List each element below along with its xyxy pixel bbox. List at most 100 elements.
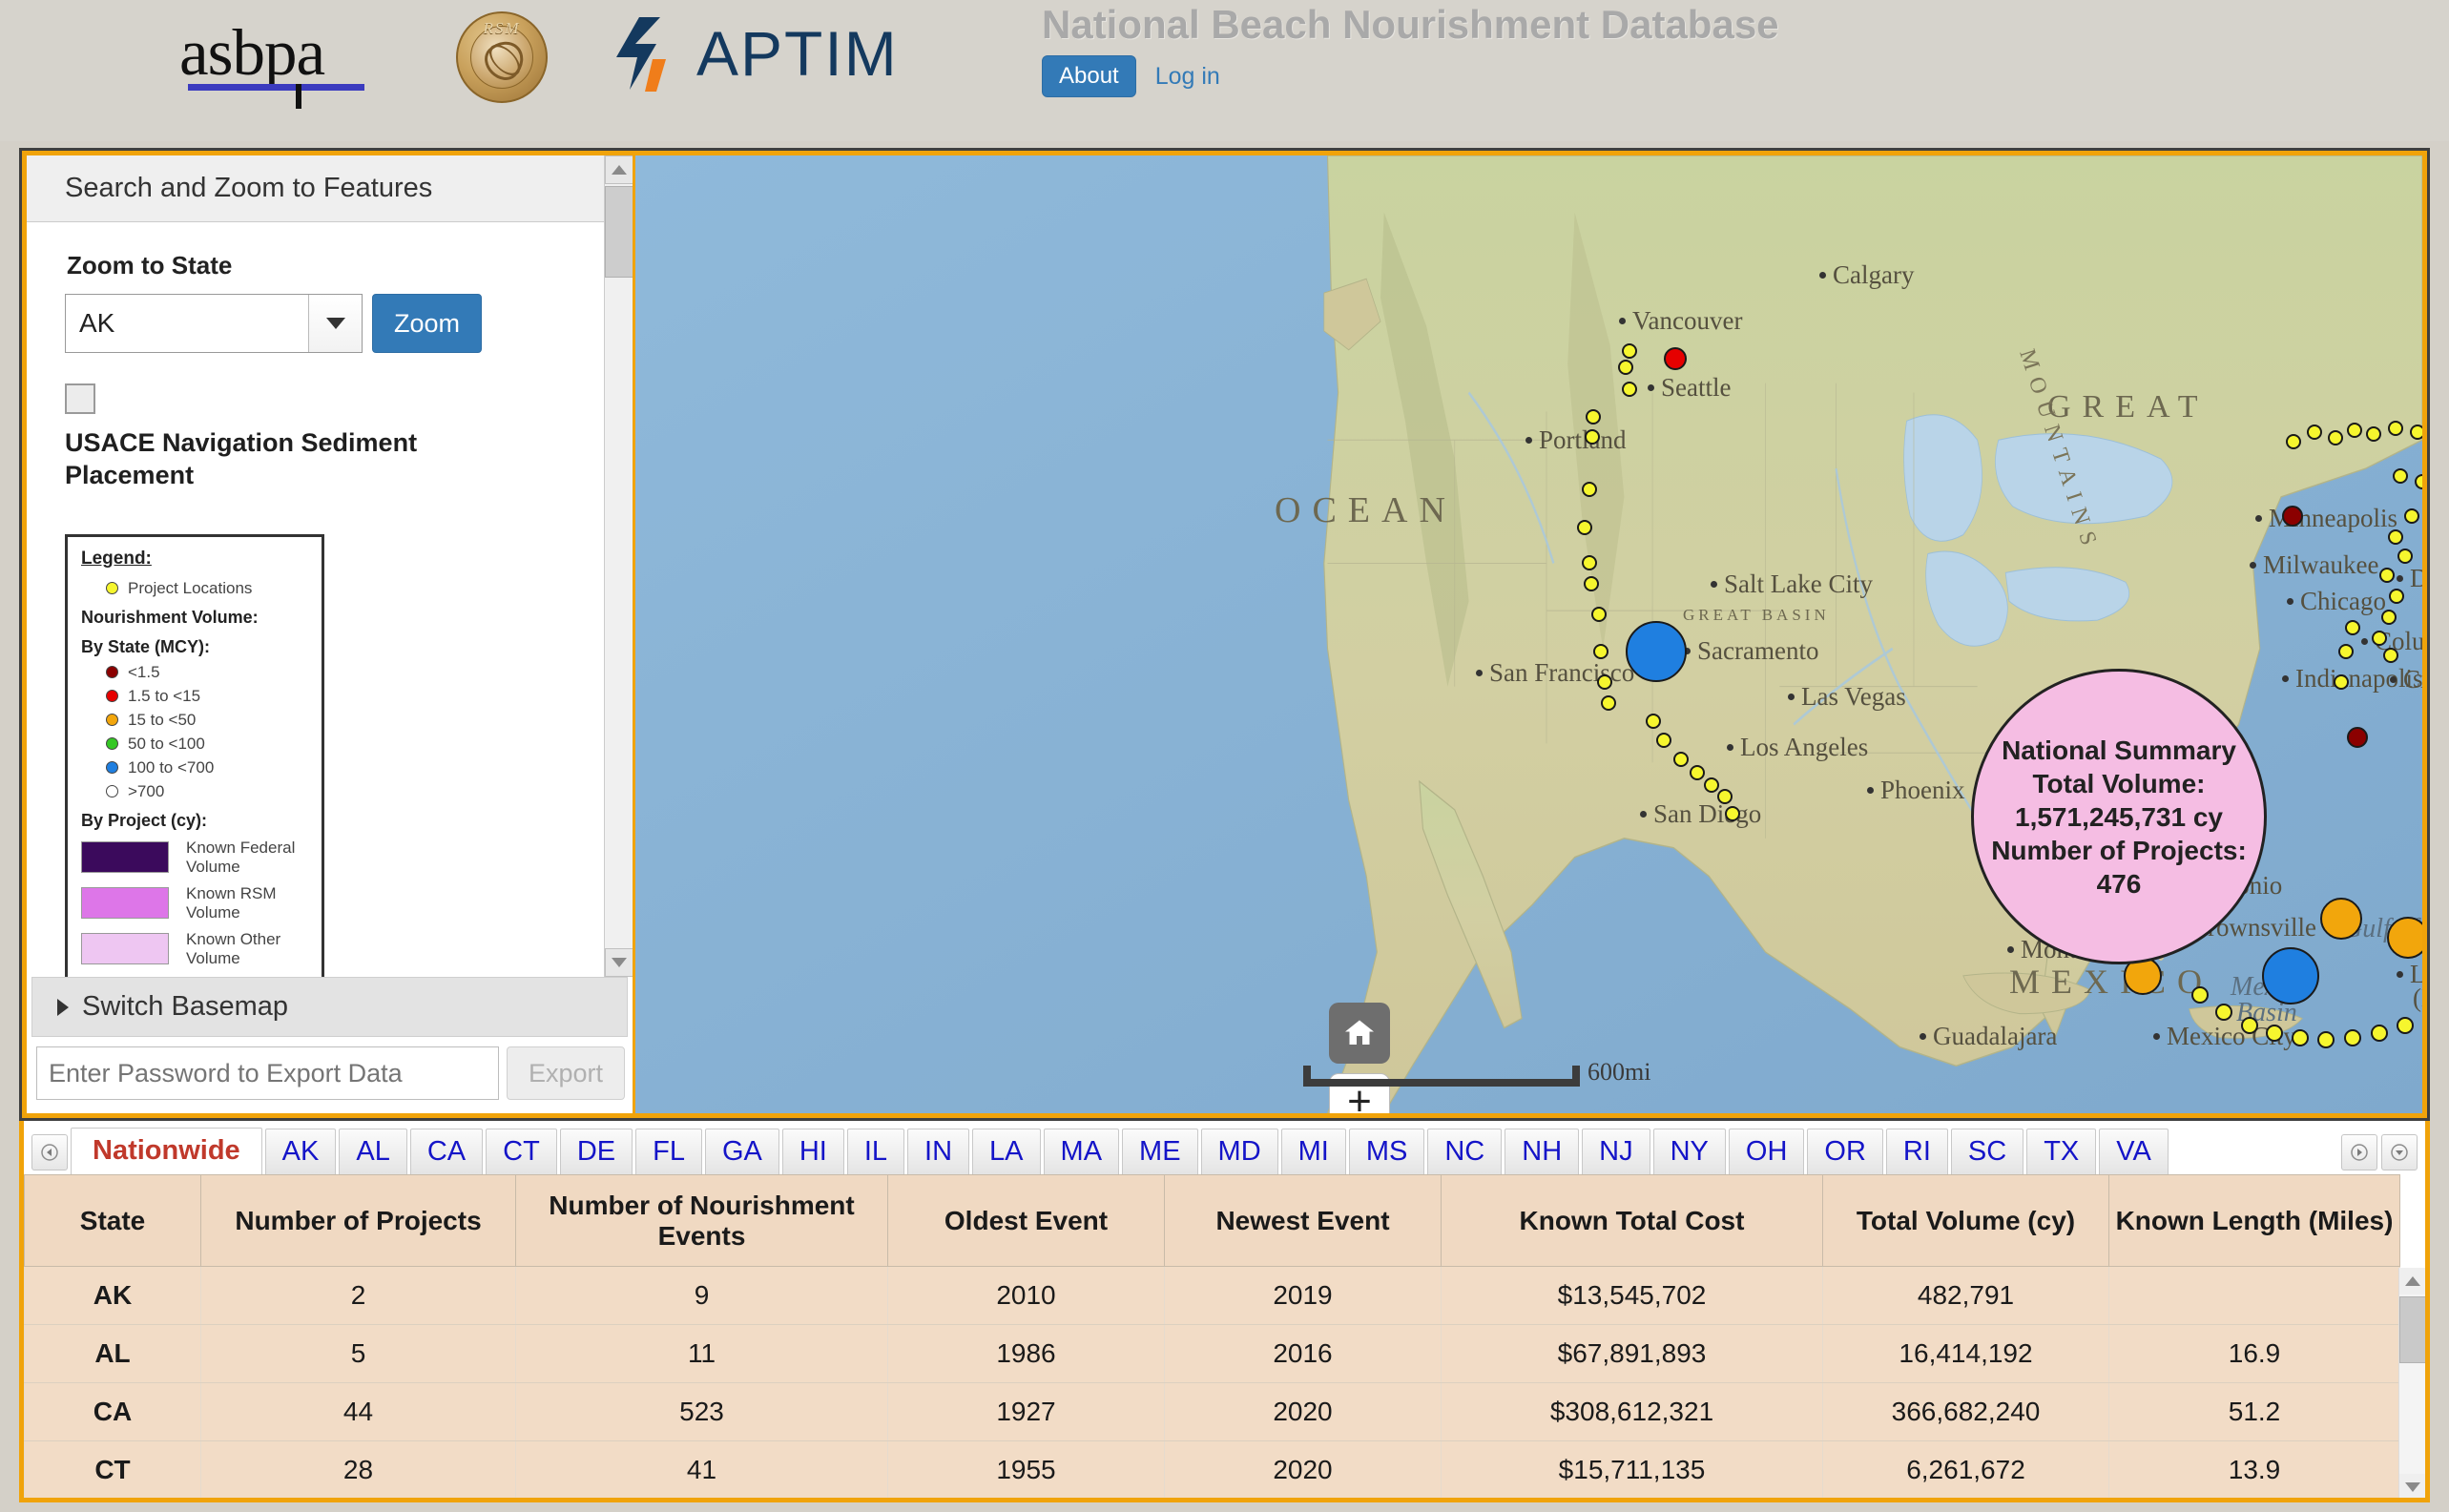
map-project-point[interactable] [2338, 644, 2354, 659]
table-scrollbar[interactable] [2398, 1268, 2425, 1498]
tab-or[interactable]: OR [1807, 1128, 1883, 1174]
table-scrollbar-thumb[interactable] [2399, 1296, 2425, 1363]
table-column-header[interactable]: Oldest Event [887, 1174, 1165, 1267]
map-project-point[interactable] [2241, 1017, 2258, 1034]
map-project-point[interactable] [1591, 607, 1607, 622]
map-project-point[interactable] [1622, 343, 1637, 359]
tab-mi[interactable]: MI [1280, 1128, 1346, 1174]
usace-checkbox[interactable] [65, 383, 95, 414]
map-project-point[interactable] [2328, 430, 2343, 445]
map-project-point[interactable] [1622, 382, 1637, 397]
tab-hi[interactable]: HI [781, 1128, 844, 1174]
tab-de[interactable]: DE [559, 1128, 633, 1174]
map-project-point[interactable] [2344, 1029, 2361, 1046]
scrollbar-thumb[interactable] [605, 186, 633, 278]
tab-md[interactable]: MD [1200, 1128, 1278, 1174]
map-project-point[interactable] [1626, 621, 1687, 682]
tab-nationwide[interactable]: Nationwide [71, 1127, 262, 1174]
about-button[interactable]: About [1042, 55, 1136, 97]
tab-nh[interactable]: NH [1505, 1128, 1580, 1174]
map-project-point[interactable] [2191, 986, 2209, 1004]
tab-ri[interactable]: RI [1885, 1128, 1948, 1174]
map-project-point[interactable] [1601, 695, 1616, 711]
table-column-header[interactable]: Known Total Cost [1441, 1174, 1823, 1267]
export-password-input[interactable] [36, 1046, 499, 1100]
tab-ca[interactable]: CA [409, 1128, 484, 1174]
table-scroll-up-icon[interactable] [2399, 1268, 2425, 1295]
map-project-point[interactable] [1725, 806, 1740, 821]
map-project-point[interactable] [2404, 508, 2419, 524]
scroll-down-icon[interactable] [605, 948, 633, 977]
tab-dropdown-icon[interactable] [2381, 1134, 2418, 1170]
tab-in[interactable]: IN [907, 1128, 970, 1174]
map-project-point[interactable] [2262, 947, 2319, 1005]
map-project-point[interactable] [2371, 1025, 2388, 1042]
tab-oh[interactable]: OH [1728, 1128, 1805, 1174]
map-project-point[interactable] [1618, 360, 1633, 375]
map-project-point[interactable] [2334, 674, 2349, 690]
map-project-point[interactable] [2215, 1004, 2232, 1021]
map-project-point[interactable] [1582, 555, 1597, 570]
map-project-point[interactable] [1577, 520, 1592, 535]
map-project-point[interactable] [1646, 714, 1661, 729]
map-project-point[interactable] [2347, 423, 2362, 438]
map-project-point[interactable] [1593, 644, 1608, 659]
map-project-point[interactable] [1717, 789, 1733, 804]
tab-il[interactable]: IL [846, 1128, 905, 1174]
tab-va[interactable]: VA [2099, 1128, 2169, 1174]
map-project-point[interactable] [2388, 421, 2403, 436]
table-column-header[interactable]: Total Volume (cy) [1822, 1174, 2109, 1267]
tab-scroll-right-icon[interactable] [2341, 1134, 2377, 1170]
login-link[interactable]: Log in [1155, 63, 1220, 91]
tab-me[interactable]: ME [1122, 1128, 1198, 1174]
map-project-point[interactable] [2387, 917, 2422, 959]
tab-ga[interactable]: GA [704, 1128, 779, 1174]
map-view[interactable]: OCEAN NORTH MEXICO GREAT GREAT BASIN APP… [633, 151, 2427, 1118]
map-project-point[interactable] [2282, 506, 2303, 527]
map-project-point[interactable] [1584, 576, 1599, 591]
map-project-point[interactable] [2320, 898, 2362, 940]
table-row[interactable]: CT 28 41 1955 2020 $15,711,135 6,261,672 13.9 [24, 1440, 2400, 1498]
tab-ak[interactable]: AK [264, 1128, 337, 1174]
map-project-point[interactable] [1704, 777, 1719, 793]
tab-ny[interactable]: NY [1652, 1128, 1726, 1174]
map-project-point[interactable] [2388, 529, 2403, 545]
table-column-header[interactable]: Number of Projects [200, 1174, 516, 1267]
table-column-header[interactable]: Known Length (Miles) [2108, 1174, 2400, 1267]
map-project-point[interactable] [2397, 549, 2413, 564]
map-project-point[interactable] [1656, 733, 1671, 748]
map-project-point[interactable] [2397, 1017, 2414, 1034]
state-select[interactable]: AK [65, 294, 363, 353]
map-project-point[interactable] [2366, 426, 2381, 442]
map-project-point[interactable] [1673, 752, 1689, 767]
map-project-point[interactable] [2389, 589, 2404, 604]
tool-panel-scrollbar[interactable] [604, 155, 633, 977]
map-project-point[interactable] [1585, 429, 1600, 445]
map-project-point[interactable] [1690, 765, 1705, 780]
map-project-point[interactable] [1586, 409, 1601, 425]
scroll-up-icon[interactable] [605, 155, 633, 184]
tab-la[interactable]: LA [972, 1128, 1041, 1174]
national-summary-bubble[interactable]: National Summary Total Volume: 1,571,245… [1971, 669, 2267, 964]
tab-ms[interactable]: MS [1348, 1128, 1425, 1174]
table-column-header[interactable]: Number of Nourishment Events [515, 1174, 888, 1267]
table-column-header[interactable]: State [24, 1174, 201, 1267]
table-row[interactable]: DE1623719532020$433,822,71138,914,22831.… [25, 1500, 2400, 1502]
map-project-point[interactable] [2307, 425, 2322, 440]
map-project-point[interactable] [2383, 648, 2398, 663]
map-project-point[interactable] [2347, 727, 2368, 748]
tab-sc[interactable]: SC [1950, 1128, 2024, 1174]
tab-fl[interactable]: FL [635, 1128, 702, 1174]
tab-nc[interactable]: NC [1427, 1128, 1503, 1174]
map-project-point[interactable] [2317, 1031, 2335, 1048]
tab-tx[interactable]: TX [2026, 1128, 2097, 1174]
table-row[interactable]: AL 5 11 1986 2016 $67,891,893 16,414,192 16.9 [24, 1324, 2400, 1383]
zoom-button[interactable]: Zoom [372, 294, 483, 353]
map-project-point[interactable] [2286, 434, 2301, 449]
map-project-point[interactable] [2381, 610, 2397, 625]
table-column-header[interactable]: Newest Event [1164, 1174, 1442, 1267]
map-project-point[interactable] [1582, 482, 1597, 497]
table-row[interactable]: CA 44 523 1927 2020 $308,612,321 366,682,240 51… [24, 1382, 2400, 1441]
map-project-point[interactable] [2266, 1025, 2283, 1042]
tab-ma[interactable]: MA [1043, 1128, 1120, 1174]
